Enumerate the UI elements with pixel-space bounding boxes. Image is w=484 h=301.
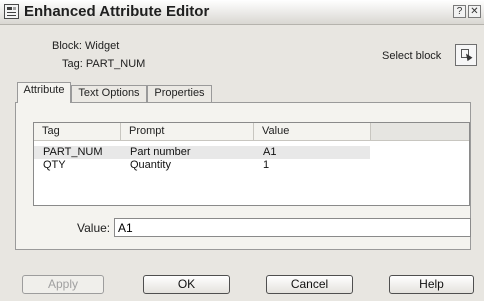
title-bar: Enhanced Attribute Editor ? ✕ <box>0 0 484 25</box>
window-title: Enhanced Attribute Editor <box>24 3 210 20</box>
row-value: A1 <box>263 146 277 158</box>
row-prompt: Quantity <box>130 159 171 171</box>
row-tag: PART_NUM <box>43 146 103 158</box>
select-block-button[interactable] <box>455 44 477 66</box>
value-input[interactable] <box>114 218 471 237</box>
row-prompt: Part number <box>130 146 191 158</box>
table-row[interactable]: QTY Quantity 1 <box>34 159 370 172</box>
tab-properties[interactable]: Properties <box>147 85 212 102</box>
table-row[interactable]: PART_NUM Part number A1 <box>34 146 370 159</box>
ok-button[interactable]: OK <box>143 275 230 294</box>
attribute-editor-icon <box>4 4 19 19</box>
help-button[interactable]: Help <box>389 275 474 294</box>
apply-button[interactable]: Apply <box>22 275 104 294</box>
cancel-button[interactable]: Cancel <box>266 275 353 294</box>
help-icon[interactable]: ? <box>453 5 466 18</box>
tab-attribute[interactable]: Attribute <box>17 82 71 103</box>
column-header-filler <box>371 123 469 140</box>
value-field-label: Value: <box>77 221 111 235</box>
attribute-editor-dialog: Enhanced Attribute Editor ? ✕ Block: Wid… <box>0 0 484 301</box>
column-header-prompt[interactable]: Prompt <box>121 123 254 140</box>
block-name-label: Block: Widget <box>52 40 120 52</box>
tag-name-label: Tag: PART_NUM <box>62 58 146 70</box>
attribute-list-header: Tag Prompt Value <box>34 123 469 141</box>
close-icon[interactable]: ✕ <box>468 5 481 18</box>
select-block-label: Select block <box>382 50 442 62</box>
row-tag: QTY <box>43 159 66 171</box>
column-header-tag[interactable]: Tag <box>34 123 121 140</box>
column-header-value[interactable]: Value <box>254 123 371 140</box>
row-value: 1 <box>263 159 270 171</box>
tab-text-options[interactable]: Text Options <box>71 85 147 102</box>
attribute-list[interactable]: Tag Prompt Value PART_NUM Part number A1… <box>33 122 470 206</box>
